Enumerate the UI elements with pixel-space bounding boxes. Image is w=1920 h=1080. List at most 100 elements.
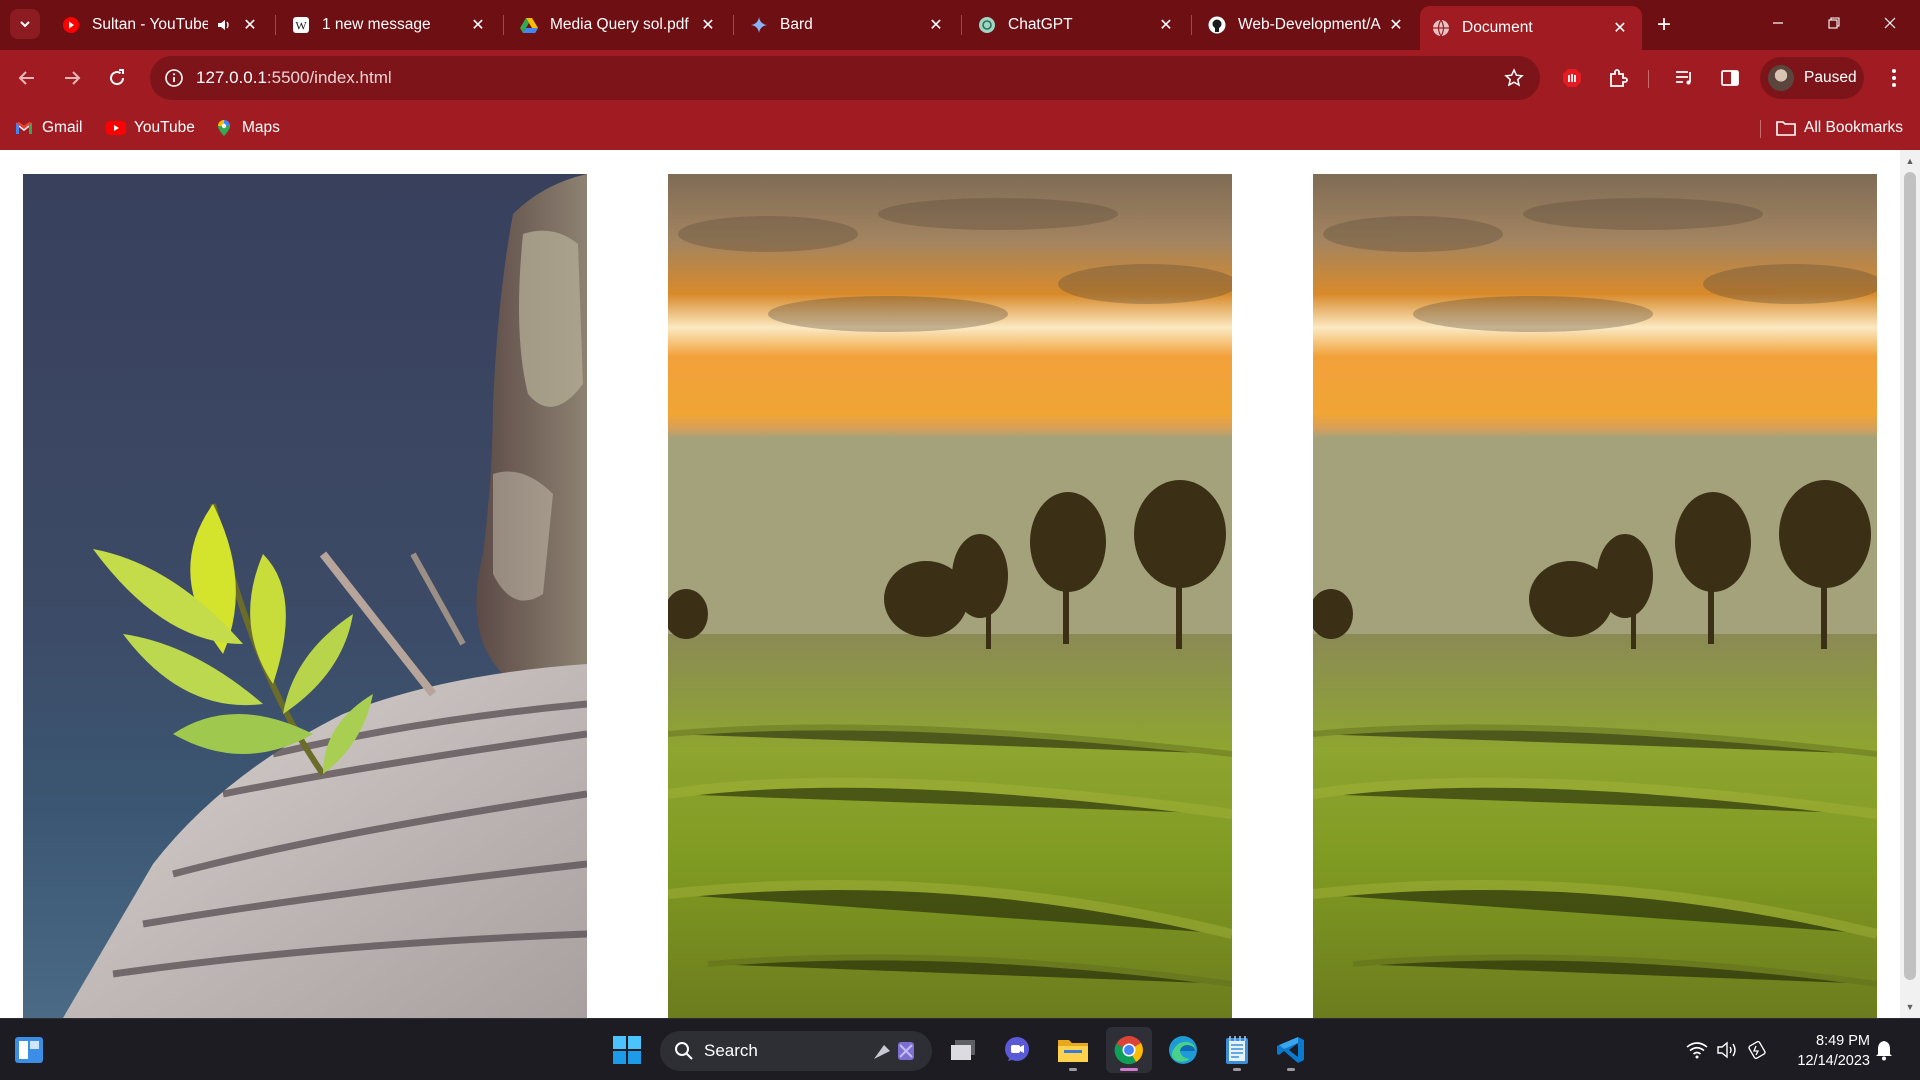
tab-title: Media Query sol.pdf — [550, 16, 689, 33]
github-icon — [1208, 16, 1226, 34]
close-icon[interactable]: ✕ — [926, 15, 946, 35]
chevron-down-icon — [20, 21, 30, 28]
tab-bard[interactable]: Bard ✕ — [738, 6, 958, 44]
close-icon[interactable]: ✕ — [1610, 18, 1630, 38]
browser-toolbar: 127.0.0.1:5500/index.html Paused — [0, 50, 1920, 106]
close-icon[interactable]: ✕ — [1156, 15, 1176, 35]
taskbar-search[interactable]: Search — [660, 1031, 932, 1071]
all-bookmarks-button[interactable]: All Bookmarks — [1776, 116, 1903, 140]
tab-chatgpt[interactable]: ChatGPT ✕ — [966, 6, 1188, 44]
close-icon[interactable]: ✕ — [1386, 15, 1406, 35]
tab-title: ChatGPT — [1008, 16, 1073, 33]
restore-button[interactable] — [1806, 0, 1862, 46]
youtube-icon — [106, 119, 126, 137]
bookmark-gmail[interactable]: Gmail — [14, 116, 82, 140]
image-sunset-field-2 — [1313, 174, 1877, 1018]
notepad-button[interactable] — [1214, 1027, 1260, 1073]
back-button[interactable] — [10, 61, 44, 95]
start-icon — [613, 1036, 641, 1064]
tab-separator — [503, 15, 504, 35]
bookmarks-separator — [1760, 120, 1761, 138]
tab-github[interactable]: Web-Development/A ✕ — [1196, 6, 1418, 44]
system-tray[interactable] — [1686, 1035, 1768, 1065]
close-icon[interactable]: ✕ — [468, 15, 488, 35]
tab-document[interactable]: Document ✕ — [1420, 6, 1642, 50]
arrow-left-icon — [18, 71, 34, 85]
search-label: Search — [704, 1041, 758, 1060]
notepad-icon — [1226, 1036, 1248, 1064]
side-panel-icon[interactable] — [1716, 64, 1744, 92]
tab-title: Bard — [780, 16, 813, 33]
maps-icon — [214, 119, 234, 137]
tab-separator — [961, 15, 962, 35]
battery-charging-icon — [1748, 1041, 1766, 1059]
svg-text:W: W — [295, 19, 307, 33]
task-view-button[interactable] — [940, 1027, 986, 1073]
start-button[interactable] — [604, 1027, 650, 1073]
clock[interactable]: 8:49 PM 12/14/2023 — [1780, 1031, 1870, 1071]
tab-separator — [733, 15, 734, 35]
running-indicator — [1120, 1068, 1138, 1071]
taskbar: Search 8:49 PM 12/14/2023 — [0, 1018, 1920, 1080]
profile-button[interactable]: Paused — [1760, 57, 1864, 99]
profile-status: Paused — [1804, 69, 1857, 86]
bookmark-star-icon[interactable] — [1502, 66, 1526, 90]
avatar — [1768, 65, 1794, 91]
url-path: :5500/index.html — [266, 68, 392, 87]
bookmark-maps[interactable]: Maps — [214, 116, 280, 140]
running-indicator — [1069, 1068, 1077, 1071]
address-bar[interactable]: 127.0.0.1:5500/index.html — [150, 56, 1540, 100]
close-window-button[interactable] — [1862, 0, 1918, 46]
page-scrollbar[interactable]: ▲ ▼ — [1900, 150, 1920, 1018]
chrome-button[interactable] — [1106, 1027, 1152, 1073]
reload-icon — [110, 69, 125, 86]
extensions-puzzle-icon[interactable] — [1604, 64, 1632, 92]
image-sunset-field — [668, 174, 1232, 1018]
vscode-button[interactable] — [1268, 1027, 1314, 1073]
file-explorer-button[interactable] — [1050, 1027, 1096, 1073]
forward-button[interactable] — [55, 61, 89, 95]
url-host: 127.0.0.1 — [196, 68, 267, 87]
tab-youtube[interactable]: Sultan - YouTube ✕ — [50, 6, 272, 44]
page-viewport — [0, 150, 1920, 1018]
chatgpt-icon — [978, 16, 996, 34]
close-icon[interactable]: ✕ — [698, 15, 718, 35]
menu-kebab-icon[interactable] — [1880, 64, 1908, 92]
close-icon[interactable]: ✕ — [240, 15, 260, 35]
tab-pdf[interactable]: Media Query sol.pdf ✕ — [508, 6, 730, 44]
scrollbar-thumb[interactable] — [1904, 172, 1916, 980]
bookmarks-bar: Gmail YouTube Maps All Bookmarks — [0, 106, 1920, 150]
search-icon — [675, 1042, 693, 1060]
scroll-down-icon[interactable]: ▼ — [1900, 998, 1920, 1016]
tab-search-button[interactable] — [10, 9, 40, 39]
notification-bell-icon[interactable] — [1874, 1039, 1896, 1061]
globe-icon — [1432, 19, 1450, 37]
tab-title: Web-Development/A — [1238, 16, 1381, 33]
folder-icon — [1776, 119, 1796, 137]
site-info-icon[interactable] — [162, 66, 186, 90]
tab-title: 1 new message — [322, 16, 431, 33]
minimize-icon — [1773, 22, 1783, 24]
bookmark-youtube[interactable]: YouTube — [106, 116, 195, 140]
scroll-up-icon[interactable]: ▲ — [1900, 152, 1920, 170]
extension-adblock-icon[interactable] — [1558, 64, 1586, 92]
speaker-icon[interactable] — [214, 15, 234, 35]
running-indicator — [1287, 1068, 1295, 1071]
url-text[interactable]: 127.0.0.1:5500/index.html — [196, 68, 392, 88]
arrow-right-icon — [65, 71, 81, 85]
edge-button[interactable] — [1160, 1027, 1206, 1073]
image-leaf — [23, 174, 587, 1018]
minimize-button[interactable] — [1750, 0, 1806, 46]
reload-button[interactable] — [100, 61, 134, 95]
wifi-icon — [1686, 1042, 1708, 1059]
teams-chat-button[interactable] — [994, 1027, 1040, 1073]
media-queue-icon[interactable] — [1670, 64, 1698, 92]
bookmark-label: Maps — [242, 119, 280, 136]
bookmark-label: YouTube — [134, 119, 195, 136]
tab-message[interactable]: W 1 new message ✕ — [280, 6, 500, 44]
widgets-button[interactable] — [6, 1027, 52, 1073]
volume-icon — [1717, 1041, 1736, 1059]
wordpress-icon: W — [292, 16, 310, 34]
new-tab-button[interactable]: + — [1650, 11, 1678, 39]
running-indicator — [1233, 1068, 1241, 1071]
